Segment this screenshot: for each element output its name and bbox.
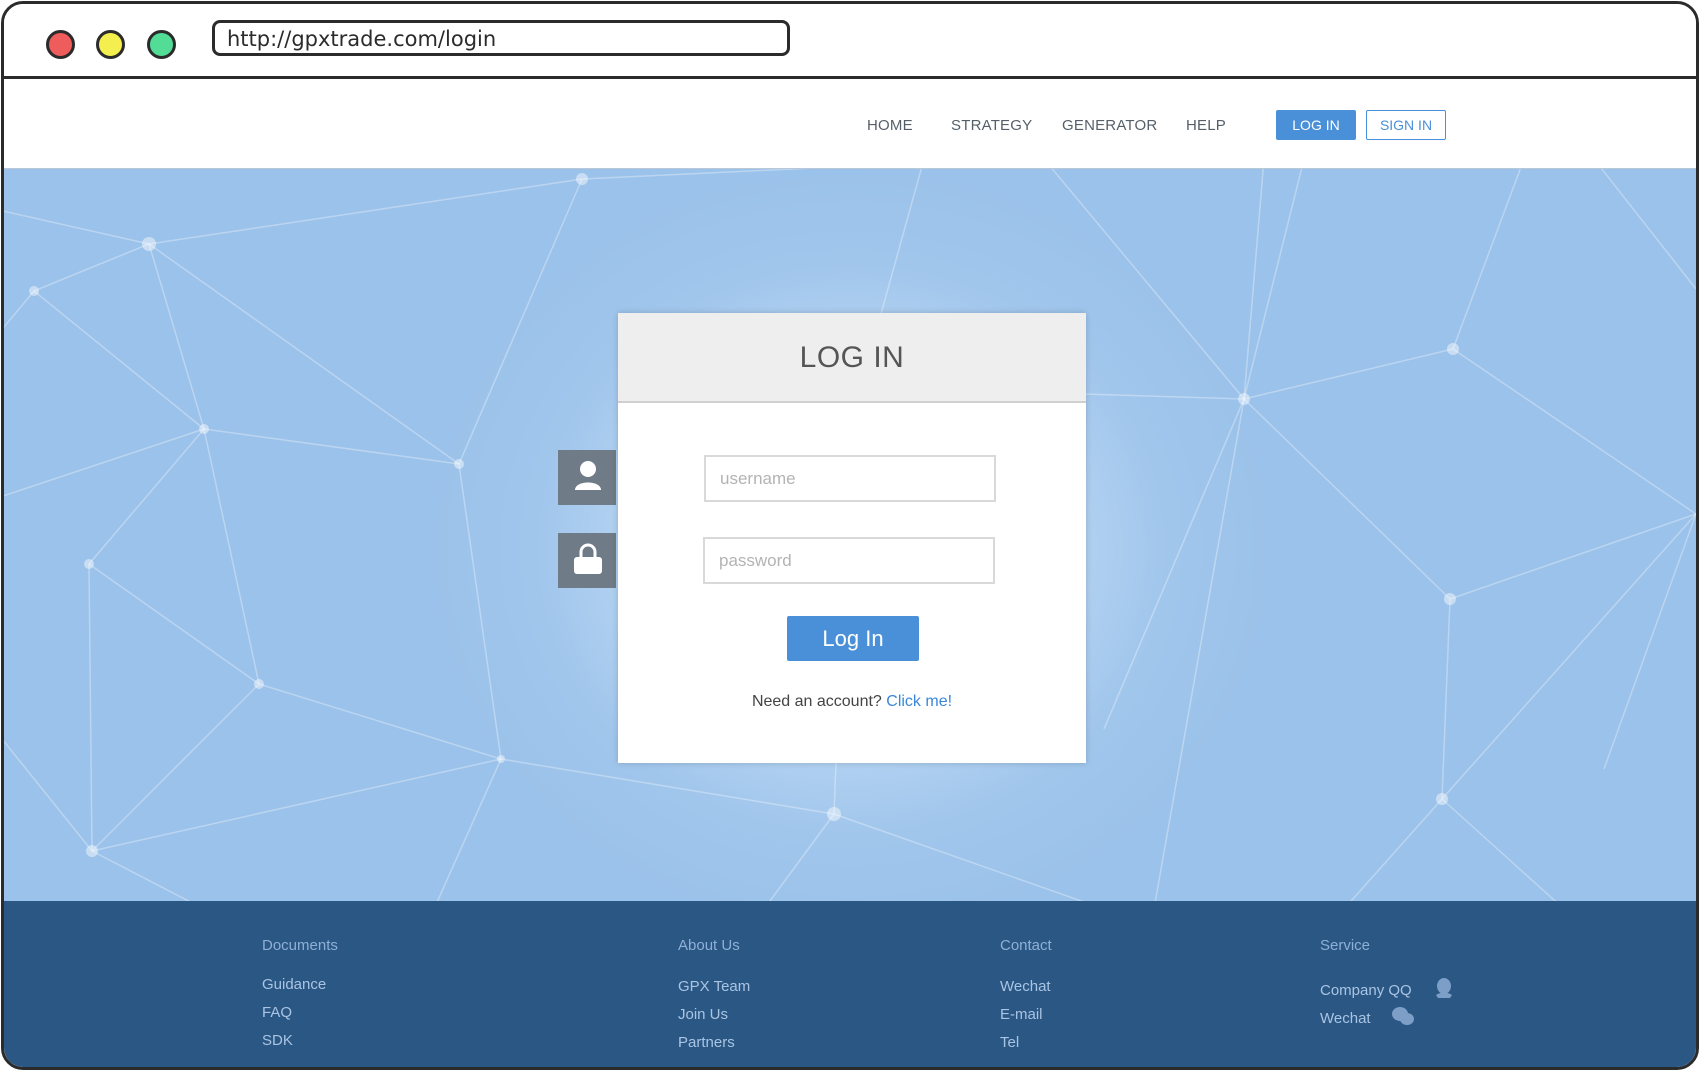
- nav-generator-link[interactable]: GENERATOR: [1062, 117, 1157, 134]
- footer-link-guidance[interactable]: Guidance: [262, 975, 338, 1003]
- footer-link-email[interactable]: E-mail: [1000, 1005, 1052, 1033]
- footer-heading: Contact: [1000, 937, 1052, 954]
- signup-prompt: Need an account? Click me!: [618, 693, 1086, 711]
- login-card: LOG IN username password Log In Need an …: [618, 313, 1086, 763]
- footer-contact-column: Contact Wechat E-mail Tel: [1000, 937, 1052, 1061]
- password-input[interactable]: password: [703, 537, 995, 584]
- lock-icon-tab: [558, 533, 616, 588]
- footer-service-wechat[interactable]: Wechat: [1320, 1005, 1454, 1033]
- footer-heading: About Us: [678, 937, 740, 954]
- footer-link-join-us[interactable]: Join Us: [678, 1005, 750, 1033]
- user-icon: [575, 461, 601, 490]
- footer-about-column: About Us GPX Team Join Us Partners: [678, 937, 750, 1061]
- footer-documents-column: Documents Guidance FAQ SDK: [262, 937, 338, 1059]
- login-card-title: LOG IN: [618, 313, 1086, 403]
- maximize-window-button[interactable]: [147, 30, 176, 59]
- hero-background: LOG IN username password Log In Need an …: [4, 169, 1696, 901]
- login-submit-button[interactable]: Log In: [787, 616, 919, 661]
- footer-link-tel[interactable]: Tel: [1000, 1033, 1052, 1061]
- footer-link-partners[interactable]: Partners: [678, 1033, 750, 1061]
- browser-chrome: http://gpxtrade.com/login: [4, 4, 1696, 79]
- user-icon-tab: [558, 450, 616, 505]
- qq-icon: [1434, 977, 1454, 1005]
- browser-window: http://gpxtrade.com/login HOME STRATEGY …: [1, 1, 1699, 1070]
- lock-icon: [574, 543, 602, 574]
- footer-heading: Documents: [262, 937, 338, 954]
- footer-link-faq[interactable]: FAQ: [262, 1003, 338, 1031]
- footer-service-column: Service Company QQ Wechat: [1320, 937, 1454, 1033]
- address-bar[interactable]: http://gpxtrade.com/login: [212, 20, 790, 56]
- footer-link-gpx-team[interactable]: GPX Team: [678, 977, 750, 1005]
- site-footer: Documents Guidance FAQ SDK About Us GPX …: [4, 901, 1696, 1067]
- footer-link-wechat[interactable]: Wechat: [1000, 977, 1052, 1005]
- nav-home-link[interactable]: HOME: [867, 117, 913, 134]
- nav-strategy-link[interactable]: STRATEGY: [951, 117, 1032, 134]
- close-window-button[interactable]: [46, 30, 75, 59]
- nav-help-link[interactable]: HELP: [1186, 117, 1226, 134]
- need-account-text: Need an account?: [751, 693, 882, 710]
- nav-signin-button[interactable]: SIGN IN: [1366, 110, 1446, 140]
- site-navbar: HOME STRATEGY GENERATOR HELP LOG IN SIGN…: [4, 79, 1696, 169]
- footer-link-service-wechat[interactable]: Wechat: [1320, 1010, 1371, 1027]
- footer-service-qq[interactable]: Company QQ: [1320, 977, 1454, 1005]
- footer-link-company-qq[interactable]: Company QQ: [1320, 982, 1412, 999]
- minimize-window-button[interactable]: [96, 30, 125, 59]
- wechat-icon: [1391, 1005, 1415, 1033]
- footer-heading: Service: [1320, 937, 1371, 954]
- nav-login-button[interactable]: LOG IN: [1276, 110, 1356, 140]
- footer-link-sdk[interactable]: SDK: [262, 1031, 338, 1059]
- signup-link[interactable]: Click me!: [886, 693, 952, 710]
- username-input[interactable]: username: [704, 455, 996, 502]
